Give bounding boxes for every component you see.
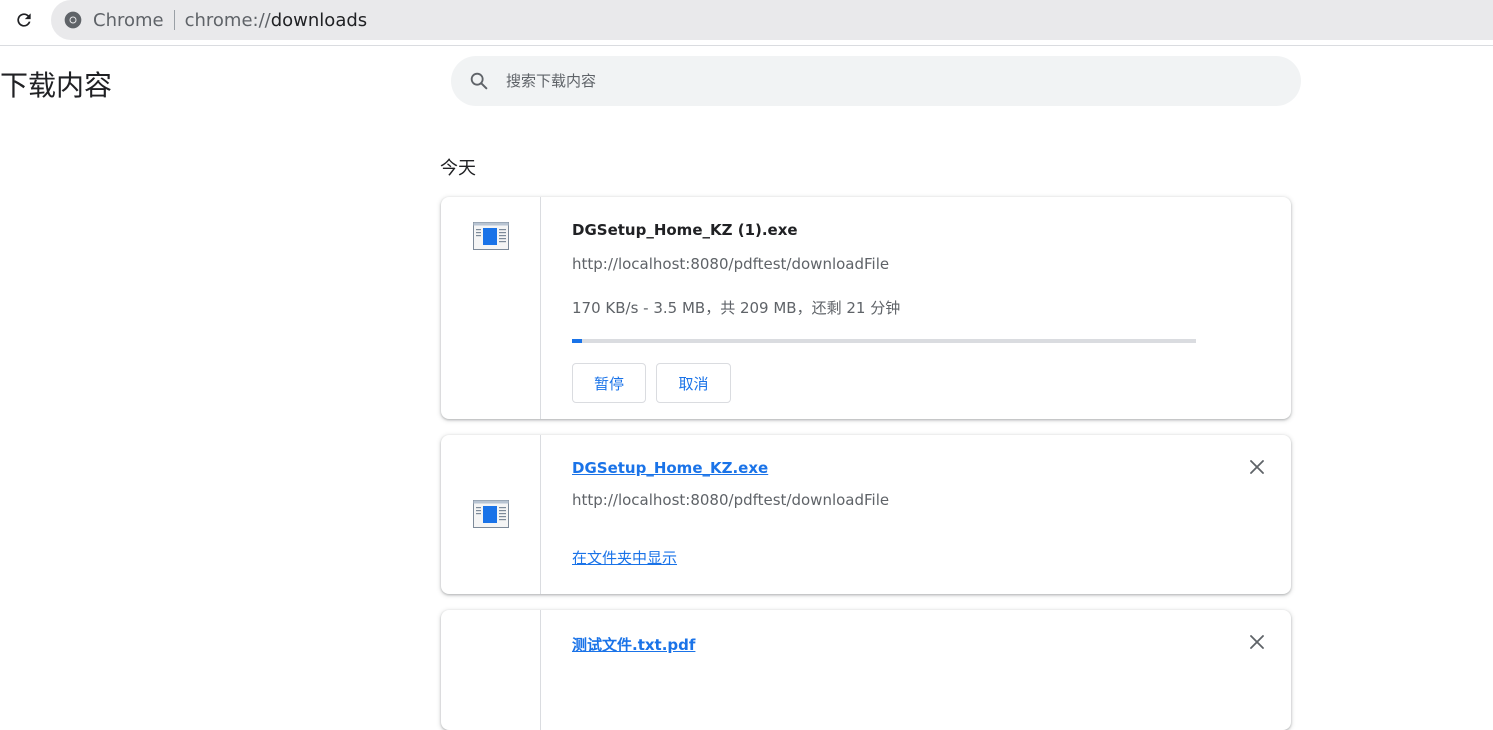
executable-file-icon	[473, 500, 509, 528]
pause-button[interactable]: 暂停	[572, 363, 646, 403]
url-scheme: chrome://	[184, 9, 271, 31]
close-icon	[1250, 460, 1264, 474]
search-box[interactable]	[451, 56, 1301, 106]
close-icon	[1250, 635, 1264, 649]
site-label: Chrome	[93, 9, 164, 31]
file-name-link[interactable]: 测试文件.txt.pdf	[572, 634, 695, 655]
reload-button[interactable]	[10, 6, 38, 34]
remove-button[interactable]	[1247, 457, 1267, 477]
page-title: 下载内容	[0, 69, 113, 102]
address-bar[interactable]: Chrome chrome://downloads	[51, 0, 1493, 40]
file-icon-column	[441, 610, 541, 730]
progress-status: 170 KB/s - 3.5 MB，共 209 MB，还剩 21 分钟	[572, 299, 901, 317]
file-source-url: http://localhost:8080/pdftest/downloadFi…	[572, 255, 890, 273]
browser-toolbar: Chrome chrome://downloads	[0, 0, 1493, 46]
progress-bar-fill	[572, 339, 583, 343]
reload-icon	[17, 13, 31, 27]
file-name-link[interactable]: DGSetup_Home_KZ.exe	[572, 459, 768, 477]
file-source-url: http://localhost:8080/pdftest/downloadFi…	[572, 491, 890, 509]
search-input[interactable]	[506, 72, 1206, 90]
show-in-folder-link[interactable]: 在文件夹中显示	[572, 547, 677, 568]
file-icon-column	[441, 197, 541, 419]
cancel-button[interactable]: 取消	[656, 363, 731, 403]
omnibox-separator	[173, 10, 175, 30]
remove-button[interactable]	[1247, 632, 1267, 652]
date-heading: 今天	[440, 158, 476, 179]
search-icon	[470, 72, 488, 90]
download-card: 测试文件.txt.pdf	[441, 610, 1291, 730]
download-card: DGSetup_Home_KZ (1).exe http://localhost…	[441, 197, 1291, 419]
file-name: DGSetup_Home_KZ (1).exe	[572, 221, 798, 239]
executable-file-icon	[473, 222, 509, 250]
url-path: downloads	[270, 9, 368, 31]
download-card: DGSetup_Home_KZ.exe http://localhost:808…	[441, 435, 1291, 594]
chrome-logo-icon	[64, 11, 82, 29]
progress-bar	[572, 339, 1196, 343]
url-text: chrome://downloads	[185, 10, 368, 31]
file-icon-column	[441, 435, 541, 594]
